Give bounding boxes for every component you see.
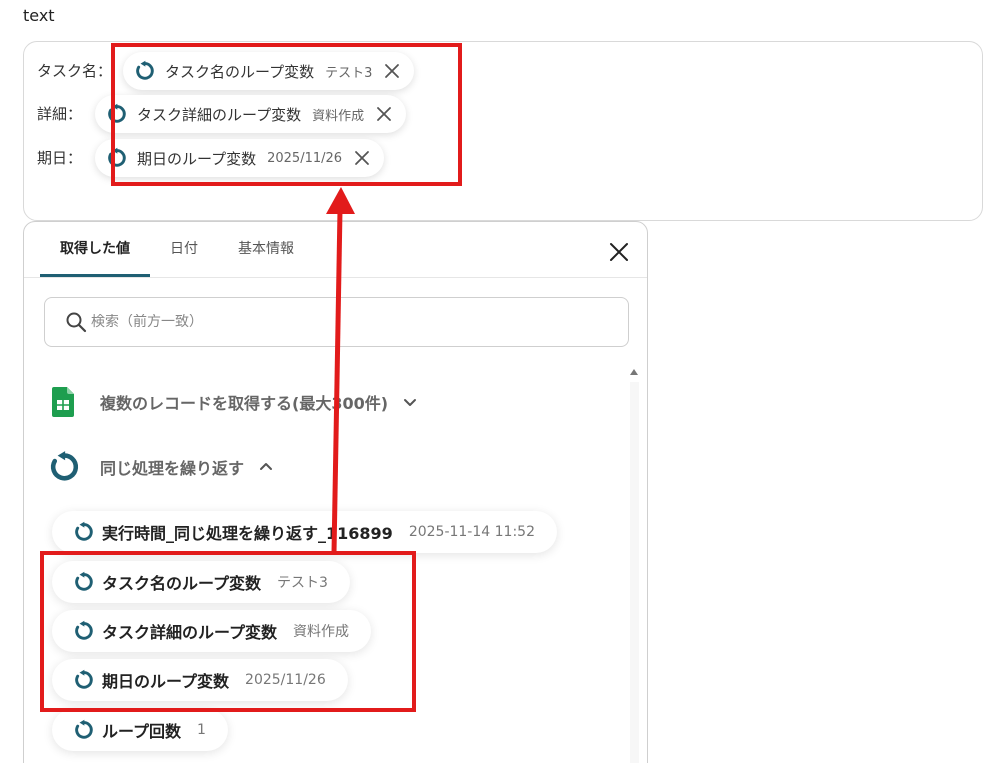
group-get-records[interactable]: 複数のレコードを取得する(最大300件)	[52, 387, 418, 417]
highlight-box-items	[40, 551, 416, 712]
highlight-box-editor	[111, 43, 462, 186]
line-label-due-date: 期日：	[37, 149, 83, 167]
item-value: 1	[197, 722, 206, 738]
chevron-down-icon[interactable]	[402, 394, 418, 410]
item-execution-time[interactable]: 実行時間_同じ処理を繰り返す_116899 2025-11-14 11:52	[52, 511, 557, 553]
loop-icon	[50, 451, 79, 481]
divider	[24, 277, 647, 278]
sheets-icon	[52, 387, 74, 417]
item-loop-count[interactable]: ループ回数 1	[52, 709, 228, 751]
line-label-detail: 詳細：	[37, 105, 83, 123]
search-icon	[66, 312, 87, 333]
tab-date[interactable]: 日付	[150, 222, 218, 277]
close-icon[interactable]	[609, 242, 629, 262]
tab-basic-info[interactable]: 基本情報	[218, 222, 314, 277]
line-label-task-name: タスク名：	[37, 62, 113, 80]
tab-acquired-values[interactable]: 取得した値	[40, 222, 150, 277]
item-label: 実行時間_同じ処理を繰り返す_116899	[102, 524, 393, 543]
item-label: ループ回数	[102, 722, 182, 741]
scrollbar[interactable]	[630, 382, 639, 763]
group-label: 同じ処理を繰り返す	[100, 459, 245, 478]
group-label: 複数のレコードを取得する(最大300件)	[100, 394, 389, 413]
scroll-up-arrow-icon[interactable]	[629, 367, 639, 377]
search-input[interactable]	[91, 314, 611, 330]
loop-icon	[75, 719, 93, 739]
field-label: text	[23, 6, 55, 25]
tab-bar: 取得した値 日付 基本情報	[40, 222, 314, 277]
group-loop[interactable]: 同じ処理を繰り返す	[46, 450, 274, 484]
item-value: 2025-11-14 11:52	[408, 524, 535, 540]
search-box[interactable]	[44, 297, 629, 347]
chevron-up-icon[interactable]	[258, 459, 274, 475]
loop-icon	[75, 521, 93, 541]
